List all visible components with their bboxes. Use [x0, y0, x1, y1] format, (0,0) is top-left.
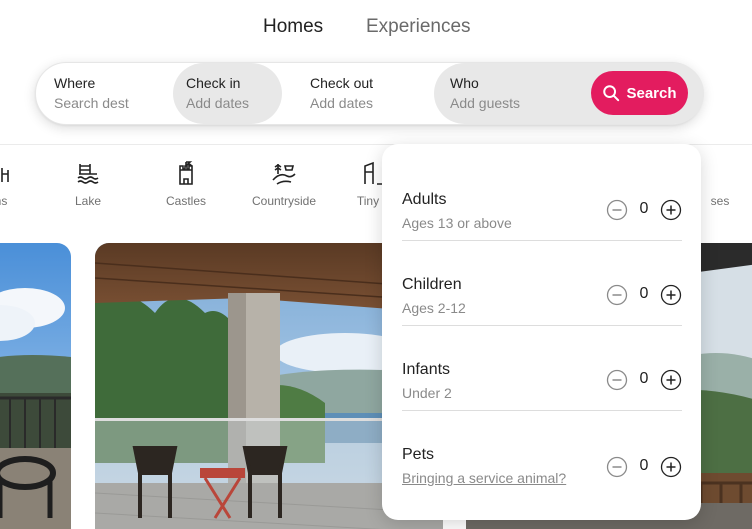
category-label: Lake: [74, 194, 102, 208]
listing-photo-image: [0, 243, 71, 529]
category-item[interactable]: ns: [0, 160, 14, 208]
category-label: ns: [0, 194, 8, 208]
children-stepper: 0: [606, 284, 682, 306]
search-bar: Where Search dest Check in Add dates Che…: [35, 62, 704, 126]
guest-row-adults: Adults Ages 13 or above 0: [402, 156, 682, 241]
castle-icon: [179, 161, 193, 185]
guest-title: Pets: [402, 446, 435, 463]
category-lake[interactable]: Lake: [68, 160, 108, 208]
minus-icon[interactable]: [606, 284, 628, 306]
tab-homes[interactable]: Homes: [263, 14, 323, 40]
guest-title: Infants: [402, 361, 451, 378]
check-out-field[interactable]: Check out Add dates: [298, 63, 438, 126]
guest-row-infants: Infants Under 2 0: [402, 326, 682, 411]
guest-subtitle: Ages 2-12: [402, 300, 466, 316]
who-label: Who: [450, 75, 479, 91]
guest-count: 0: [639, 370, 649, 387]
top-tabs: Homes Experiences: [0, 14, 752, 42]
plus-icon[interactable]: [660, 456, 682, 478]
search-button-label: Search: [626, 84, 677, 102]
category-castles[interactable]: Castles: [160, 160, 212, 208]
guest-count: 0: [639, 457, 649, 474]
lake-icon: [77, 164, 99, 184]
check-out-label: Check out: [310, 75, 374, 91]
guest-count: 0: [639, 285, 649, 302]
check-in-value: Add dates: [186, 95, 250, 111]
category-icon: [707, 160, 733, 186]
minus-icon[interactable]: [606, 199, 628, 221]
plus-icon[interactable]: [660, 284, 682, 306]
category-label: Countryside: [251, 194, 317, 208]
where-label: Where: [54, 75, 96, 91]
listing-photo[interactable]: [0, 243, 71, 529]
guest-row-children: Children Ages 2-12 0: [402, 241, 682, 326]
minus-icon[interactable]: [606, 369, 628, 391]
plus-icon[interactable]: [660, 369, 682, 391]
adults-stepper: 0: [606, 199, 682, 221]
guest-title: Children: [402, 276, 462, 293]
who-value: Add guests: [450, 95, 521, 111]
minus-icon[interactable]: [606, 456, 628, 478]
tab-experiences[interactable]: Experiences: [366, 14, 471, 40]
check-out-value: Add dates: [310, 95, 374, 111]
countryside-icon: [272, 164, 296, 185]
category-item[interactable]: ses: [700, 160, 740, 208]
category-countryside[interactable]: Countryside: [244, 160, 324, 208]
where-field[interactable]: Where Search dest: [36, 63, 174, 126]
guests-popover: Adults Ages 13 or above 0 Children Ages …: [382, 144, 701, 520]
pets-stepper: 0: [606, 456, 682, 478]
guest-count: 0: [639, 200, 649, 217]
who-field[interactable]: Who Add guests Search: [434, 63, 704, 124]
search-icon: [603, 85, 620, 102]
guest-subtitle: Ages 13 or above: [402, 215, 512, 231]
search-button[interactable]: Search: [591, 71, 688, 115]
category-label: Castles: [165, 194, 206, 208]
category-label: ses: [710, 194, 730, 208]
check-in-field[interactable]: Check in Add dates: [173, 63, 282, 124]
where-input[interactable]: Search dest: [54, 95, 129, 111]
guest-subtitle: Under 2: [402, 385, 452, 401]
guest-title: Adults: [402, 191, 447, 208]
check-in-label: Check in: [186, 75, 241, 91]
guest-row-pets: Pets Bringing a service animal? 0: [402, 411, 682, 496]
room-icon: [1, 168, 9, 182]
infants-stepper: 0: [606, 369, 682, 391]
service-animal-link[interactable]: Bringing a service animal?: [402, 470, 566, 486]
plus-icon[interactable]: [660, 199, 682, 221]
